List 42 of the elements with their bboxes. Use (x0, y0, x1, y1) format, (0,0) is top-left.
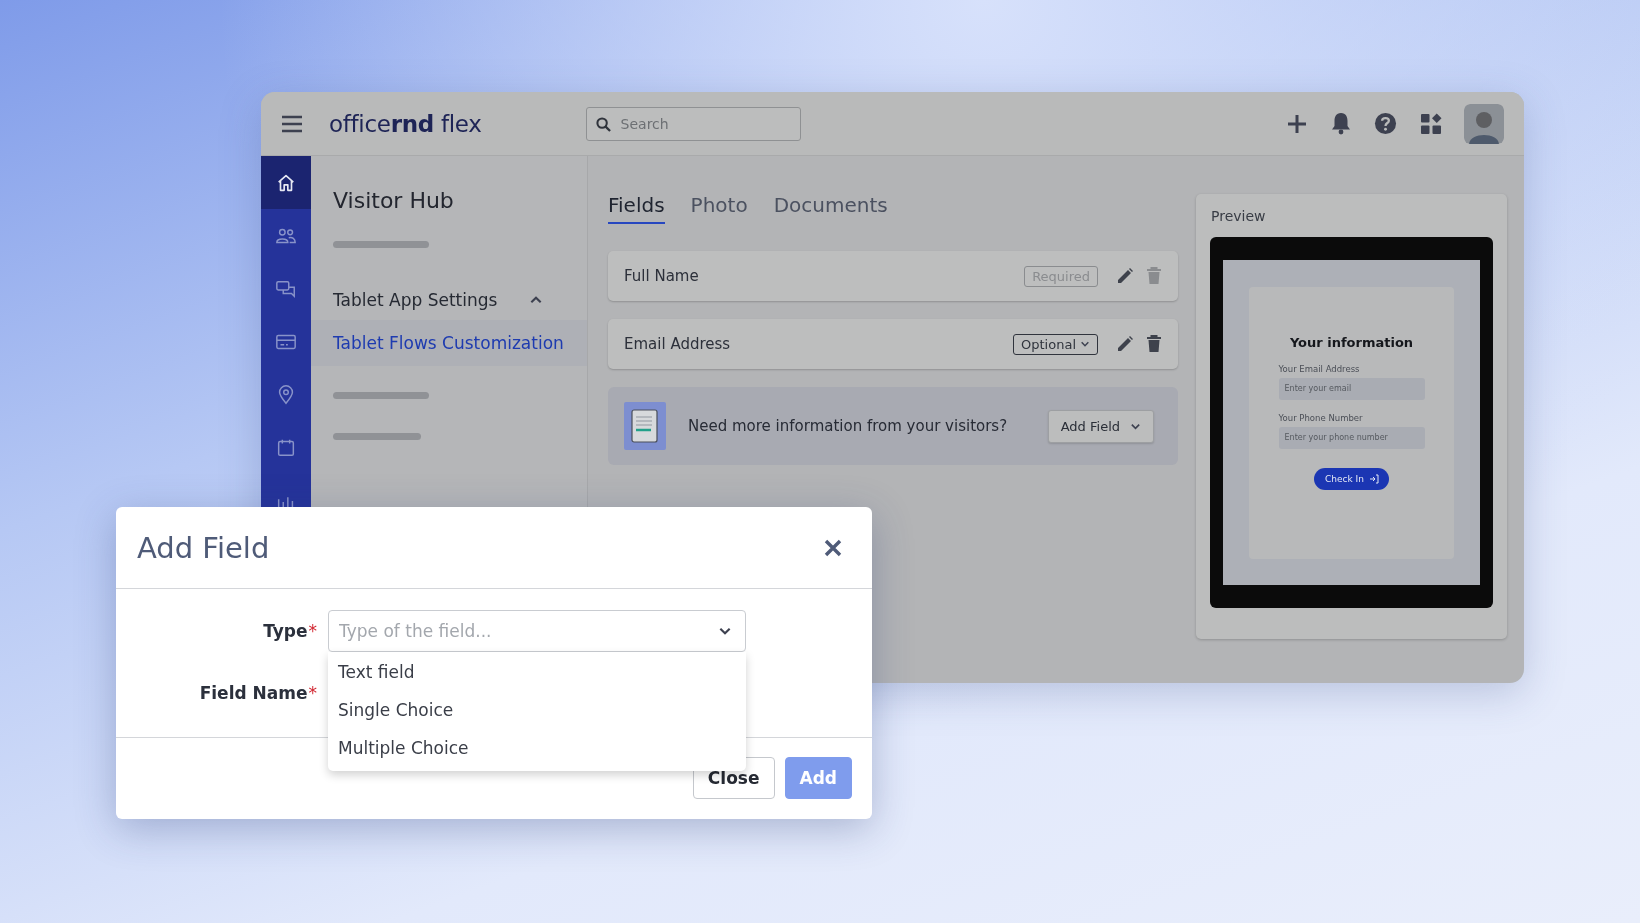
form-label: Your Email Address (1278, 363, 1361, 374)
tab[interactable]: Documents (773, 192, 888, 224)
nav-group[interactable]: Tablet App Settings (311, 282, 587, 318)
preview-title: Preview (1211, 208, 1267, 224)
tablet-icon (624, 402, 666, 450)
avatar-icon[interactable] (1464, 103, 1504, 144)
search-icon (595, 116, 611, 132)
close-icon[interactable] (824, 538, 842, 557)
menu-icon[interactable] (281, 114, 303, 133)
nav-link[interactable]: Tablet Flows Customization (311, 320, 587, 366)
dialog-title: Add Field (137, 530, 270, 565)
apps-icon[interactable] (1420, 112, 1442, 135)
logo: officernd flex (329, 110, 482, 137)
field-label: Email Address (624, 335, 732, 353)
form-label: Your Phone Number (1278, 412, 1364, 423)
section-title: Visitor Hub (333, 188, 455, 213)
tab[interactable]: Photo (690, 192, 748, 224)
field-label: Full Name (624, 267, 700, 285)
menu-option[interactable]: Single Choice (328, 691, 746, 729)
type-select[interactable]: Type of the field... (328, 610, 746, 652)
chevron-down-icon (1080, 339, 1090, 349)
form-heading: Your information (1289, 334, 1414, 350)
status-dropdown[interactable]: Optional (1013, 333, 1098, 355)
add-field-button[interactable]: Add Field (1047, 409, 1154, 443)
pencil-icon[interactable] (1116, 335, 1134, 353)
input-field[interactable]: Enter your phone number (1278, 426, 1425, 449)
pencil-icon[interactable] (1116, 267, 1134, 285)
sign-in-icon (1368, 473, 1379, 484)
search-field[interactable]: Search (585, 106, 801, 141)
tab[interactable]: Fields (608, 192, 665, 224)
trash-icon[interactable] (1146, 335, 1162, 353)
form-label: Type (263, 621, 308, 641)
check-in-button[interactable]: Check In (1314, 467, 1389, 490)
help-icon[interactable] (1374, 112, 1397, 135)
plus-icon[interactable] (1286, 112, 1308, 135)
bell-icon[interactable] (1331, 112, 1351, 135)
input-field[interactable]: Enter your email (1278, 377, 1425, 400)
required-mark: * (308, 621, 317, 641)
banner-text: Need more information from your visitors? (688, 417, 1009, 435)
menu-option[interactable]: Text field (328, 653, 746, 691)
form-label: Field Name (199, 683, 308, 703)
required-mark: * (308, 683, 317, 703)
